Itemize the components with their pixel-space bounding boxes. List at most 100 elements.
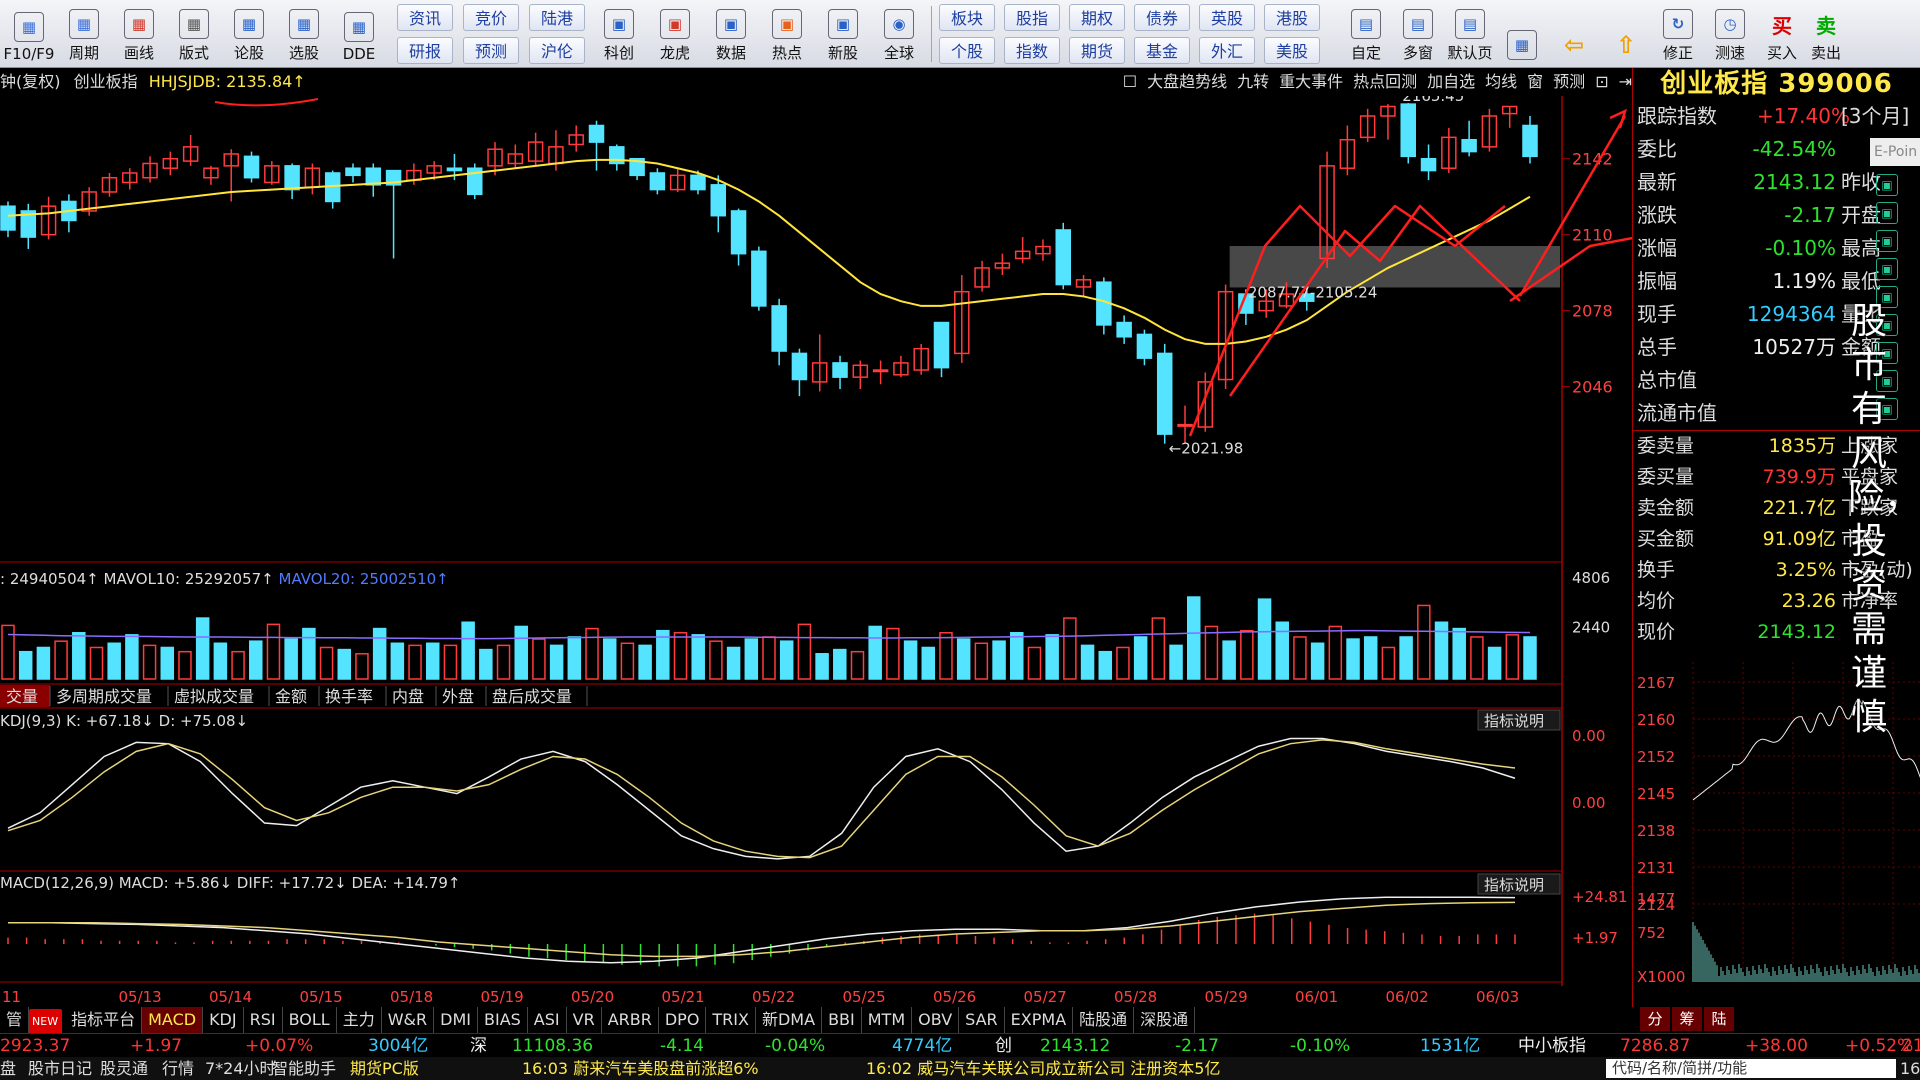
chart-tool-2[interactable]: 重大事件 xyxy=(1279,72,1343,91)
toolbar-btn-home[interactable]: ▤ 默认页 xyxy=(1445,2,1495,66)
chart-tool-0[interactable]: 大盘趋势线 xyxy=(1147,72,1227,91)
indicator-tab[interactable]: RSI xyxy=(244,1007,283,1033)
toolbar-pair-btn[interactable]: 资讯 xyxy=(397,4,453,31)
toolbar-pair-btn[interactable]: 港股 xyxy=(1264,4,1320,31)
indicator-tab[interactable]: KDJ xyxy=(203,1007,244,1033)
toolbar-pair-btn[interactable]: 预测 xyxy=(463,37,519,64)
candle-body xyxy=(933,321,950,369)
toolbar-pair-btn[interactable]: 个股 xyxy=(939,37,995,64)
toolbar-btn-windows[interactable]: ▤ 多窗 xyxy=(1393,2,1443,66)
toolbar-pair-btn[interactable]: 基金 xyxy=(1134,37,1190,64)
indicator-tab[interactable]: 深股通 xyxy=(1134,1007,1196,1033)
indicator-tab[interactable]: 主力 xyxy=(337,1007,382,1033)
news-headline[interactable]: 16:03 蔚来汽车美股盘前涨超6% xyxy=(522,1057,759,1080)
quote-row-label: 委比 xyxy=(1637,137,1677,161)
toolbar-pair-btn[interactable]: 沪伦 xyxy=(529,37,585,64)
toolbar-btn-back-arrow[interactable]: ⇦ xyxy=(1549,2,1599,66)
indicator-tab[interactable]: DMI xyxy=(434,1007,478,1033)
toolbar-btn-f10[interactable]: ▦ F10/F9 xyxy=(4,2,54,66)
indicator-tab[interactable]: DPO xyxy=(659,1007,707,1033)
chart-tool-3[interactable]: 热点回测 xyxy=(1353,72,1417,91)
status-item[interactable]: 行情 xyxy=(162,1057,194,1080)
indicator-tab[interactable]: VR xyxy=(567,1007,602,1033)
toolbar-pair-btn[interactable]: 美股 xyxy=(1264,37,1320,64)
indicator-tab[interactable]: W&R xyxy=(382,1007,435,1033)
indicator-tab[interactable]: BBI xyxy=(822,1007,862,1033)
expand-icon[interactable]: ⇥ xyxy=(1619,72,1632,91)
indicator-tab[interactable]: 陆股通 xyxy=(1073,1007,1135,1033)
volume-bar xyxy=(142,644,157,680)
toolbar-btn-chat[interactable]: ▦ 论股 xyxy=(224,2,274,66)
lock-icon[interactable]: ⊡ xyxy=(1595,72,1608,91)
news-headline[interactable]: 16:02 威马汽车关联公司成立新公司 注册资本5亿 xyxy=(866,1057,1220,1080)
status-item[interactable]: 股灵通 xyxy=(100,1057,148,1080)
toolbar-btn-sell[interactable]: 卖卖出 xyxy=(1801,2,1851,66)
status-item[interactable]: 期货PC版 xyxy=(350,1057,419,1080)
toolbar-btn-select[interactable]: ▦ 选股 xyxy=(279,2,329,66)
volume-bar xyxy=(443,644,458,680)
status-item[interactable]: 智能助手 xyxy=(272,1057,336,1080)
toolbar-pair-btn[interactable]: 指数 xyxy=(1004,37,1060,64)
toolbar-btn-color-blocks[interactable]: ▦ xyxy=(1497,2,1547,66)
indicator-tab[interactable]: BOLL xyxy=(283,1007,337,1033)
toolbar-pair-btn[interactable]: 期权 xyxy=(1069,4,1125,31)
toolbar-btn-refresh[interactable]: ↻ 修正 xyxy=(1653,2,1703,66)
indicator-tab[interactable]: ARBR xyxy=(602,1007,659,1033)
chart-tool-6[interactable]: 窗 xyxy=(1527,72,1543,91)
indicator-tab[interactable]: BIAS xyxy=(478,1007,528,1033)
side-tool-icon[interactable]: ▣ xyxy=(1876,230,1898,252)
indicator-tab[interactable]: MTM xyxy=(862,1007,913,1033)
indicator-tab[interactable]: OBV xyxy=(912,1007,960,1033)
mini-tab[interactable]: 陆 xyxy=(1704,1007,1734,1031)
toolbar-btn-layout[interactable]: ▦ 版式 xyxy=(169,2,219,66)
toolbar-btn-speed[interactable]: ◷ 测速 xyxy=(1705,2,1755,66)
chart-tool-7[interactable]: 预测 xyxy=(1553,72,1585,91)
toolbar-btn-custom[interactable]: ▤ 自定 xyxy=(1341,2,1391,66)
indicator-tab[interactable]: EXPMA xyxy=(1005,1007,1074,1033)
toolbar-pair-btn[interactable]: 债券 xyxy=(1134,4,1190,31)
volume-bar xyxy=(249,640,263,680)
status-item[interactable]: 盘 xyxy=(0,1057,16,1080)
toolbar-btn-buy[interactable]: 买买入 xyxy=(1757,2,1807,66)
indicator-tab[interactable]: SAR xyxy=(959,1007,1005,1033)
toolbar-pair-btn[interactable]: 研报 xyxy=(397,37,453,64)
mini-tab[interactable]: 分 xyxy=(1640,1007,1670,1031)
code-search-input[interactable]: 代码/名称/简拼/功能 xyxy=(1606,1059,1896,1078)
toolbar-btn-clock[interactable]: ▦ 周期 xyxy=(59,2,109,66)
ticker-value: 11108.36 xyxy=(512,1036,594,1056)
toolbar-btn-pen[interactable]: ▦ 画线 xyxy=(114,2,164,66)
toolbar-pair-btn[interactable]: 外汇 xyxy=(1199,37,1255,64)
toolbar-btn-globe[interactable]: ◉ 全球 xyxy=(873,2,925,66)
toolbar-pair-btn[interactable]: 竞价 xyxy=(463,4,519,31)
side-tool-icon[interactable]: ▣ xyxy=(1876,202,1898,224)
toolbar-pair-btn[interactable]: 板块 xyxy=(939,4,995,31)
status-item[interactable]: 7*24小时 xyxy=(205,1057,276,1080)
toolbar-pair-btn[interactable]: 股指 xyxy=(1004,4,1060,31)
side-tool-icon[interactable]: ▣ xyxy=(1876,258,1898,280)
chart-tool-5[interactable]: 均线 xyxy=(1485,72,1517,91)
indicator-tab[interactable]: TRIX xyxy=(706,1007,756,1033)
toolbar-btn-hot[interactable]: ▣ 热点 xyxy=(761,2,813,66)
toolbar-pair-btn[interactable]: 英股 xyxy=(1199,4,1255,31)
indicator-tab[interactable]: ASI xyxy=(528,1007,567,1033)
mini-tab[interactable]: 筹 xyxy=(1672,1007,1702,1031)
toolbar-pair-btn[interactable]: 陆港 xyxy=(529,4,585,31)
indicator-tab[interactable]: 指标平台 xyxy=(65,1007,143,1033)
indicator-tab[interactable]: MACD xyxy=(142,1007,204,1033)
side-tool-icon[interactable]: ▣ xyxy=(1876,174,1898,196)
toolbar-btn-dragon[interactable]: ▣ 龙虎 xyxy=(649,2,701,66)
toolbar-btn-pe[interactable]: ▣ 数据 xyxy=(705,2,757,66)
toolbar-btn-up-arrow[interactable]: ⇧ xyxy=(1601,2,1651,66)
indicator-tab[interactable]: 新DMA xyxy=(756,1007,823,1033)
kline-chart[interactable]: 217321422110207820462165.452087.77-2105.… xyxy=(0,96,1632,1007)
toolbar-pair-btn[interactable]: 期货 xyxy=(1069,37,1125,64)
chart-tool-4[interactable]: 加自选 xyxy=(1427,72,1475,91)
indicator-tab[interactable]: 管 xyxy=(0,1007,30,1033)
chart-tool-1[interactable]: 九转 xyxy=(1237,72,1269,91)
toolbar-btn-kc[interactable]: ▣ 科创 xyxy=(593,2,645,66)
toolbar-btn-ipo[interactable]: ▣ 新股 xyxy=(817,2,869,66)
status-item[interactable]: 股市日记 xyxy=(28,1057,92,1080)
toolbar-btn-dde[interactable]: ▦ DDE xyxy=(334,2,384,66)
trend-checkbox[interactable]: ☐ xyxy=(1123,72,1137,91)
mavol10-legend: MAVOL10: 25292057↑ xyxy=(104,570,279,588)
